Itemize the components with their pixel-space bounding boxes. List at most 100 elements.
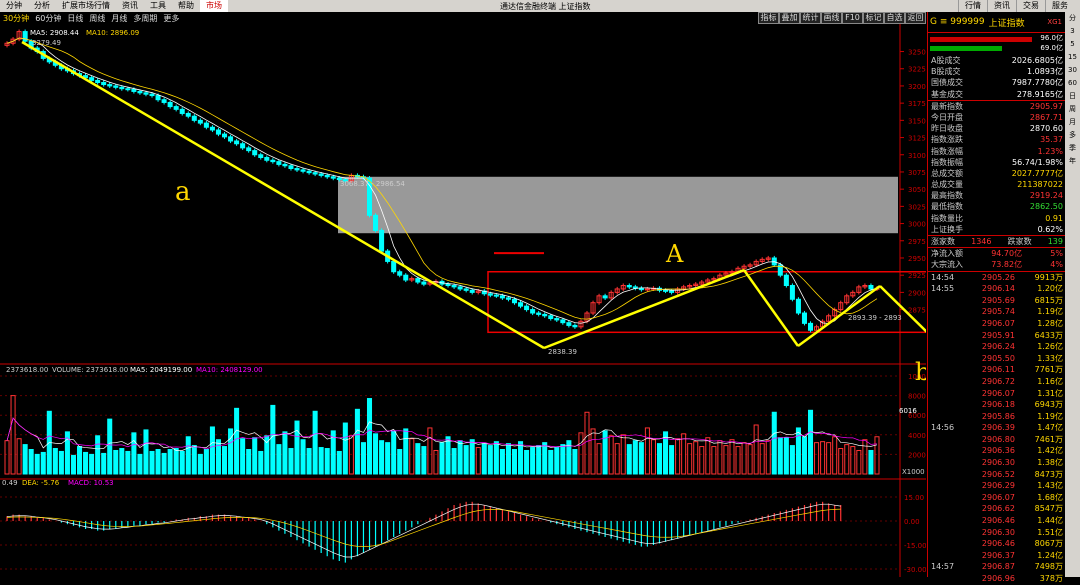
candle-body bbox=[95, 79, 101, 83]
volume-bar bbox=[373, 433, 379, 475]
candle-body bbox=[203, 122, 209, 128]
menu-right-news[interactable]: 资讯 bbox=[987, 0, 1016, 12]
volume-bar bbox=[276, 444, 282, 475]
index-stat-value: 1.23% bbox=[1037, 146, 1063, 156]
sidebar-period-item[interactable]: 年 bbox=[1065, 155, 1080, 168]
toolbar-draw-button[interactable]: 画线 bbox=[821, 12, 842, 24]
candle-body bbox=[391, 260, 397, 273]
volume-bar bbox=[342, 422, 348, 475]
turnover-label: 基金成交 bbox=[931, 89, 963, 99]
index-stat-label: 昨日收盘 bbox=[931, 124, 963, 134]
tick-row: 2906.52 8473万 bbox=[928, 469, 1066, 481]
sidebar-period-item[interactable]: 月 bbox=[1065, 116, 1080, 129]
menu-right-service[interactable]: 服务 bbox=[1045, 0, 1074, 12]
sidebar-period-item[interactable]: 多 bbox=[1065, 129, 1080, 142]
volume-bar bbox=[215, 439, 221, 475]
menu-right-quote[interactable]: 行情 bbox=[958, 0, 987, 12]
candle-body bbox=[197, 119, 203, 124]
candle-body bbox=[536, 312, 542, 315]
sidebar-period-item[interactable]: 3 bbox=[1065, 25, 1080, 38]
toolbar-watchlist-button[interactable]: 自选 bbox=[884, 12, 905, 24]
price-tick-label: 2925 bbox=[908, 272, 926, 280]
toolbar-mark-button[interactable]: 标记 bbox=[863, 12, 884, 24]
menu-right-trade[interactable]: 交易 bbox=[1016, 0, 1045, 12]
candle-body bbox=[663, 289, 669, 292]
menu-item-news[interactable]: 资讯 bbox=[116, 0, 144, 12]
toolbar-stats-button[interactable]: 统计 bbox=[800, 12, 821, 24]
volume-bar bbox=[306, 448, 312, 475]
tick-volume: 1.24亿 bbox=[1037, 550, 1063, 560]
index-stat-row: 总成交量 211387022 bbox=[928, 179, 1066, 190]
menu-item-market[interactable]: 市场 bbox=[200, 0, 228, 12]
chart-area[interactable]: 3250 3225 3200 3175 3150 3125 3100 3075 3050 3025… bbox=[0, 24, 926, 577]
turnover-label: A股成交 bbox=[931, 56, 961, 65]
period-week[interactable]: 周线 bbox=[86, 13, 108, 24]
tick-price: 2906.96 bbox=[981, 574, 1015, 583]
volume-bar bbox=[463, 445, 469, 475]
candle-body bbox=[179, 108, 185, 114]
tick-volume: 7761万 bbox=[1034, 365, 1063, 375]
period-multi[interactable]: 多周期 bbox=[130, 13, 160, 24]
sidebar-period-item[interactable]: 30 bbox=[1065, 64, 1080, 77]
tick-row: 2906.36 1.42亿 bbox=[928, 445, 1066, 457]
sidebar-period-item[interactable]: 60 bbox=[1065, 77, 1080, 90]
index-stat-value: 0.62% bbox=[1037, 224, 1063, 234]
period-60min[interactable]: 60分钟 bbox=[32, 13, 64, 24]
turnover-value: 278.9165亿 bbox=[1016, 89, 1063, 99]
candle-body bbox=[548, 315, 554, 320]
macd-bars bbox=[6, 501, 842, 563]
sidebar-period-item[interactable]: 15 bbox=[1065, 51, 1080, 64]
sidebar-period-item[interactable]: 5 bbox=[1065, 38, 1080, 51]
toolbar-indicator-button[interactable]: 指标 bbox=[758, 12, 779, 24]
tick-time bbox=[931, 480, 965, 492]
volume-bar bbox=[107, 418, 113, 475]
menu-item-help[interactable]: 帮助 bbox=[172, 0, 200, 12]
toolbar-back-button[interactable]: 返回 bbox=[905, 12, 926, 24]
candle-body bbox=[246, 147, 252, 152]
volume-bar bbox=[554, 447, 560, 475]
trendline bbox=[742, 269, 800, 347]
tick-time bbox=[931, 306, 965, 318]
tick-row: 14:55 2906.14 1.20亿 bbox=[928, 283, 1066, 295]
volume-bar bbox=[475, 447, 481, 475]
tick-row: 2906.62 8547万 bbox=[928, 503, 1066, 515]
sidebar-period-item[interactable]: 季 bbox=[1065, 142, 1080, 155]
candle-body bbox=[554, 318, 560, 321]
right-label: 2893.39 - 2893 bbox=[848, 314, 902, 322]
period-day[interactable]: 日线 bbox=[64, 13, 86, 24]
volume-bar bbox=[735, 446, 741, 475]
volume-bar bbox=[656, 443, 663, 475]
annotation-a: a bbox=[175, 177, 191, 207]
volume-bar bbox=[844, 444, 850, 475]
candle-body bbox=[451, 285, 457, 288]
period-month[interactable]: 月线 bbox=[108, 13, 130, 24]
tick-row: 2905.74 1.19亿 bbox=[928, 306, 1066, 318]
toolbar-f10-button[interactable]: F10 bbox=[842, 12, 863, 24]
volume-bar bbox=[481, 443, 487, 475]
volume-bar bbox=[705, 437, 711, 475]
candle-body bbox=[783, 274, 789, 287]
menu-item-ext-market[interactable]: 扩展市场行情 bbox=[56, 0, 116, 12]
candle-body bbox=[270, 159, 276, 163]
period-30min[interactable]: 30分钟 bbox=[0, 13, 32, 24]
menu-item-tools[interactable]: 工具 bbox=[144, 0, 172, 12]
tick-table[interactable]: 14:54 2905.26 9913万 14:55 2906.14 1.20亿 2905.6… bbox=[928, 272, 1066, 585]
volume-tick-label: 4000 bbox=[908, 432, 926, 440]
tick-row: 2906.29 1.43亿 bbox=[928, 480, 1066, 492]
period-more[interactable]: 更多 bbox=[160, 13, 182, 24]
candle-body bbox=[795, 298, 801, 314]
candle-body bbox=[493, 294, 499, 297]
macd-dea-legend: DEA: -5.76 bbox=[22, 479, 60, 487]
index-stat-value: 2905.97 bbox=[1029, 101, 1063, 111]
menu-item-analysis[interactable]: 分析 bbox=[28, 0, 56, 12]
menu-item-minute[interactable]: 分钟 bbox=[0, 0, 28, 12]
sidebar-period-item[interactable]: 分 bbox=[1065, 12, 1080, 25]
candle-body bbox=[566, 322, 572, 326]
sidebar-period-item[interactable]: 周 bbox=[1065, 103, 1080, 116]
range-box bbox=[487, 270, 926, 334]
volume-bar bbox=[868, 449, 874, 475]
volume-bar bbox=[16, 438, 22, 475]
sidebar-period-item[interactable]: 日 bbox=[1065, 90, 1080, 103]
toolbar-overlay-button[interactable]: 叠加 bbox=[779, 12, 800, 24]
volume-bar bbox=[518, 441, 524, 475]
